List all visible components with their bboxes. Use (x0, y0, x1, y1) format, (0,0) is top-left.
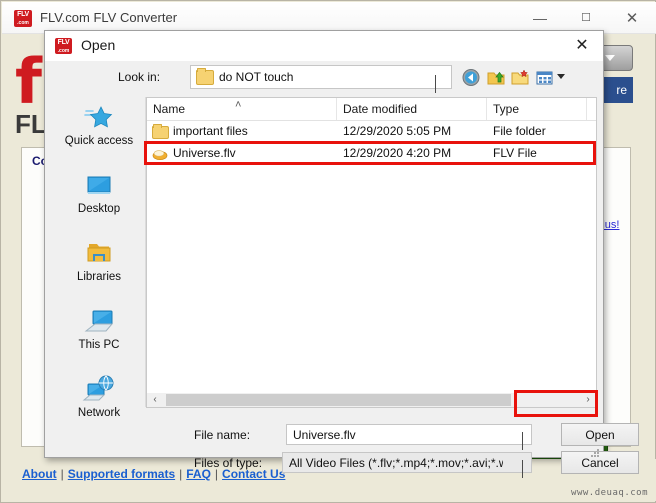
watermark: www.deuaq.com (571, 488, 648, 498)
network-globe-icon (82, 375, 116, 405)
column-header-date-modified[interactable]: Date modified (337, 98, 487, 120)
chevron-down-icon[interactable] (522, 432, 523, 450)
chevron-down-icon (435, 75, 443, 93)
chevron-down-icon[interactable] (522, 460, 523, 478)
file-name-cell: important files (173, 124, 248, 138)
folder-icon (196, 68, 214, 85)
sidebar-item-label: This PC (78, 339, 120, 351)
scroll-right-arrow-icon[interactable]: › (580, 393, 596, 407)
footer-link-supported-formats[interactable]: Supported formats (68, 467, 175, 481)
cancel-button[interactable]: Cancel (561, 451, 639, 474)
look-in-combobox[interactable]: do NOT touch (190, 65, 452, 93)
look-in-label: Look in: (118, 70, 161, 84)
look-in-value: do NOT touch (219, 70, 294, 84)
sidebar-item-libraries[interactable]: Libraries (53, 239, 145, 301)
file-date-cell: 12/29/2020 5:05 PM (343, 124, 452, 138)
back-icon[interactable] (462, 68, 482, 87)
dialog-icon-line2: .com (57, 48, 70, 54)
table-row[interactable]: important files 12/29/2020 5:05 PM File … (147, 120, 596, 142)
column-header-name[interactable]: Name ˄ (147, 98, 337, 120)
dialog-titlebar: FLV .com Open ✕ (45, 31, 603, 61)
libraries-folder-icon (82, 239, 116, 269)
table-row[interactable]: Universe.flv 12/29/2020 4:20 PM FLV File (147, 142, 596, 164)
up-one-level-icon[interactable] (487, 68, 507, 87)
file-type-cell: File folder (493, 124, 546, 138)
open-file-dialog: FLV .com Open ✕ Look in: do NOT touch Qu… (44, 30, 639, 478)
flv-logo-text: FL (15, 109, 47, 139)
sidebar-item-desktop[interactable]: Desktop (53, 171, 145, 233)
views-icon[interactable] (536, 68, 556, 87)
flv-icon-line2: .com (17, 20, 29, 26)
places-bar: Quick access Desktop Libraries This PC N… (53, 97, 146, 419)
sidebar-item-label: Desktop (77, 203, 121, 215)
sidebar-item-label: Network (77, 407, 121, 419)
sidebar-item-quick-access[interactable]: Quick access (53, 103, 145, 165)
file-date-cell: 12/29/2020 4:20 PM (343, 146, 452, 160)
computer-icon (82, 307, 116, 337)
chevron-down-icon[interactable] (557, 74, 565, 79)
sidebar-item-label: Quick access (64, 135, 134, 147)
open-button[interactable]: Open (561, 423, 639, 446)
file-name-cell: Universe.flv (173, 146, 236, 160)
flv-logo-letter: f (15, 45, 42, 118)
new-folder-icon[interactable] (511, 68, 531, 87)
file-name-label: File name: (194, 428, 251, 442)
folder-icon (152, 124, 169, 139)
files-of-type-select[interactable]: All Video Files (*.flv;*.mp4;*.mov;*.avi… (282, 452, 532, 478)
monitor-icon (82, 171, 116, 201)
resize-grip-icon[interactable] (590, 445, 600, 457)
horizontal-scrollbar[interactable]: ‹ › (146, 393, 597, 408)
flv-icon-line1: FLV (17, 11, 29, 18)
sidebar-item-network[interactable]: Network (53, 375, 145, 437)
sidebar-item-this-pc[interactable]: This PC (53, 307, 145, 369)
column-header-filler (587, 98, 596, 120)
chevron-down-icon (605, 55, 615, 61)
look-in-row: Look in: do NOT touch (45, 61, 603, 97)
dialog-icon-line1: FLV (57, 39, 70, 46)
scrollbar-thumb[interactable] (166, 394, 511, 406)
scroll-left-arrow-icon[interactable]: ‹ (147, 393, 163, 407)
files-of-type-value: All Video Files (*.flv;*.mp4;*.mov;*.avi… (289, 456, 503, 470)
footer-separator-2: | (179, 467, 183, 481)
file-list[interactable]: Name ˄ Date modified Type important file… (146, 97, 597, 407)
flv-com-icon: FLV .com (55, 38, 72, 54)
flv-file-icon (152, 146, 168, 161)
flv-com-icon: FLV .com (14, 10, 32, 27)
file-list-header: Name ˄ Date modified Type (147, 98, 596, 121)
sort-ascending-icon: ˄ (235, 99, 242, 111)
column-header-type[interactable]: Type (487, 98, 587, 120)
file-name-input[interactable]: Universe.flv (286, 424, 532, 450)
dialog-close-icon[interactable]: ✕ (569, 35, 595, 57)
star-icon (82, 103, 116, 133)
footer-link-about[interactable]: About (22, 467, 57, 481)
sidebar-item-label: Libraries (76, 271, 122, 283)
file-name-value: Universe.flv (293, 428, 356, 442)
files-of-type-label: Files of type: (194, 456, 263, 470)
close-button[interactable]: ✕ (609, 3, 655, 34)
main-window-title: FLV.com FLV Converter (40, 10, 178, 25)
footer-separator-1: | (60, 467, 64, 481)
dialog-title: Open (81, 37, 116, 53)
file-type-cell: FLV File (493, 146, 537, 160)
